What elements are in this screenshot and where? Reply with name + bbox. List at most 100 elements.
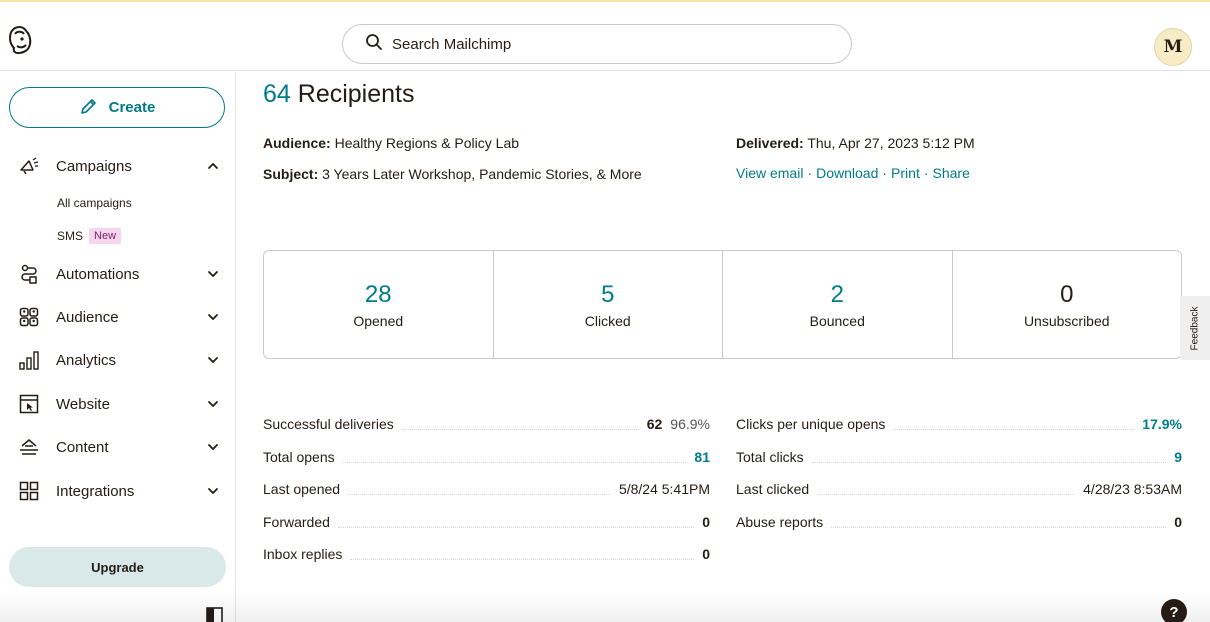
detail-row-last-clicked: Last clicked 4/28/23 8:53AM bbox=[736, 479, 1182, 499]
detail-row-successful-deliveries: Successful deliveries 62 96.9% bbox=[263, 414, 710, 434]
stat-clicked[interactable]: 5 Clicked bbox=[494, 251, 723, 358]
website-icon bbox=[18, 393, 40, 415]
help-button[interactable]: ? bbox=[1161, 599, 1187, 622]
upgrade-button[interactable]: Upgrade bbox=[9, 547, 226, 587]
stat-label: Clicked bbox=[584, 312, 631, 329]
sidebar-subitem-sms[interactable]: SMS New bbox=[57, 228, 122, 244]
detail-row-total-clicks: Total clicks 9 bbox=[736, 447, 1182, 467]
detail-value-link[interactable]: 9 bbox=[1174, 449, 1182, 465]
sidebar-item-automations[interactable]: Automations bbox=[18, 262, 228, 286]
print-link[interactable]: Print bbox=[891, 165, 920, 181]
stat-value: 2 bbox=[830, 280, 844, 308]
dotted-leader bbox=[831, 526, 1167, 528]
deliveries-percent: 96.9% bbox=[670, 416, 710, 432]
search-placeholder: Search Mailchimp bbox=[392, 35, 512, 53]
feedback-label: Feedback bbox=[1189, 306, 1201, 350]
stat-label: Bounced bbox=[809, 312, 865, 329]
stat-unsubscribed[interactable]: 0 Unsubscribed bbox=[953, 251, 1182, 358]
stat-opened[interactable]: 28 Opened bbox=[264, 251, 494, 358]
content-icon bbox=[18, 436, 40, 458]
link-separator: · bbox=[923, 165, 929, 181]
sidebar-item-content[interactable]: Content bbox=[18, 435, 228, 459]
stat-label: Unsubscribed bbox=[1023, 312, 1110, 329]
pencil-icon bbox=[79, 96, 99, 120]
sidebar-item-audience[interactable]: Audience bbox=[18, 305, 228, 329]
download-link[interactable]: Download bbox=[816, 165, 878, 181]
detail-label: Total clicks bbox=[736, 449, 804, 465]
audience-value: Healthy Regions & Policy Lab bbox=[334, 135, 520, 151]
sidebar-item-analytics[interactable]: Analytics bbox=[18, 348, 228, 372]
detail-row-last-opened: Last opened 5/8/24 5:41PM bbox=[263, 479, 710, 499]
chevron-down-icon[interactable] bbox=[206, 397, 220, 411]
dotted-leader bbox=[401, 428, 639, 430]
recipients-label: Recipients bbox=[297, 80, 415, 108]
view-email-link[interactable]: View email bbox=[736, 165, 803, 181]
chevron-down-icon[interactable] bbox=[206, 484, 220, 498]
chevron-down-icon[interactable] bbox=[206, 310, 220, 324]
sidebar-item-label: Website bbox=[56, 395, 110, 413]
stat-value: 28 bbox=[364, 280, 392, 308]
dotted-leader bbox=[817, 493, 1076, 495]
chevron-up-icon[interactable] bbox=[206, 159, 220, 173]
share-link[interactable]: Share bbox=[933, 165, 970, 181]
detail-label: Forwarded bbox=[263, 514, 330, 530]
sidebar-subitem-all-campaigns[interactable]: All campaigns bbox=[57, 196, 132, 210]
sidebar-item-label: Audience bbox=[56, 308, 119, 326]
dotted-leader bbox=[893, 428, 1135, 430]
detail-value: 0 bbox=[702, 514, 710, 530]
sidebar-item-website[interactable]: Website bbox=[18, 392, 228, 416]
detail-value: 5/8/24 5:41PM bbox=[618, 481, 710, 497]
search-input[interactable]: Search Mailchimp bbox=[342, 24, 852, 64]
dotted-leader bbox=[350, 558, 695, 560]
chevron-down-icon[interactable] bbox=[206, 267, 220, 281]
sidebar: Create Campaigns All campaigns SMS New A… bbox=[0, 72, 236, 622]
subject-line: Subject: 3 Years Later Workshop, Pandemi… bbox=[263, 166, 642, 182]
top-header: Search Mailchimp M bbox=[0, 2, 1210, 71]
feedback-tab[interactable]: Feedback bbox=[1180, 296, 1210, 360]
subject-value: 3 Years Later Workshop, Pandemic Stories… bbox=[322, 166, 642, 182]
avatar[interactable]: M bbox=[1154, 28, 1192, 66]
megaphone-icon bbox=[18, 155, 40, 177]
delivered-label: Delivered: bbox=[736, 135, 804, 151]
deliveries-count: 62 bbox=[646, 416, 663, 432]
automations-icon bbox=[18, 263, 40, 285]
report-main: 64 Recipients Audience: Healthy Regions … bbox=[237, 72, 1210, 622]
page-title: 64 Recipients bbox=[263, 80, 415, 109]
recipients-count: 64 bbox=[263, 80, 291, 108]
detail-row-total-opens: Total opens 81 bbox=[263, 447, 710, 467]
create-button[interactable]: Create bbox=[9, 87, 225, 128]
detail-value-link[interactable]: 17.9% bbox=[1142, 416, 1182, 432]
audience-line: Audience: Healthy Regions & Policy Lab bbox=[263, 135, 519, 151]
detail-value: 0 bbox=[1174, 514, 1182, 530]
integrations-icon bbox=[18, 480, 40, 502]
dotted-leader bbox=[348, 493, 611, 495]
chevron-down-icon[interactable] bbox=[206, 353, 220, 367]
search-icon bbox=[365, 33, 383, 56]
subitem-label: SMS bbox=[57, 229, 84, 243]
collapse-sidebar-icon[interactable] bbox=[206, 607, 223, 622]
sidebar-item-integrations[interactable]: Integrations bbox=[18, 479, 228, 503]
mailchimp-logo-icon[interactable] bbox=[8, 25, 32, 55]
sidebar-item-campaigns[interactable]: Campaigns bbox=[18, 154, 228, 178]
detail-value: 0 bbox=[702, 546, 710, 562]
chevron-down-icon[interactable] bbox=[206, 440, 220, 454]
stat-bounced[interactable]: 2 Bounced bbox=[723, 251, 953, 358]
sidebar-item-label: Automations bbox=[56, 265, 140, 283]
detail-value: 62 96.9% bbox=[647, 416, 710, 432]
audience-label: Audience: bbox=[263, 135, 331, 151]
detail-label: Successful deliveries bbox=[263, 416, 394, 432]
detail-value-link[interactable]: 81 bbox=[694, 449, 710, 465]
detail-row-forwarded: Forwarded 0 bbox=[263, 512, 710, 532]
create-label: Create bbox=[108, 99, 156, 116]
dotted-leader bbox=[342, 461, 687, 463]
stat-value: 0 bbox=[1060, 280, 1074, 308]
detail-label: Inbox replies bbox=[263, 546, 343, 562]
detail-label: Total opens bbox=[263, 449, 335, 465]
detail-value: 4/28/23 8:53AM bbox=[1083, 481, 1182, 497]
stat-value: 5 bbox=[601, 280, 615, 308]
link-separator: · bbox=[882, 165, 888, 181]
link-separator: · bbox=[807, 165, 813, 181]
audience-icon bbox=[18, 306, 40, 328]
stat-label: Opened bbox=[353, 312, 404, 329]
analytics-icon bbox=[18, 349, 40, 371]
